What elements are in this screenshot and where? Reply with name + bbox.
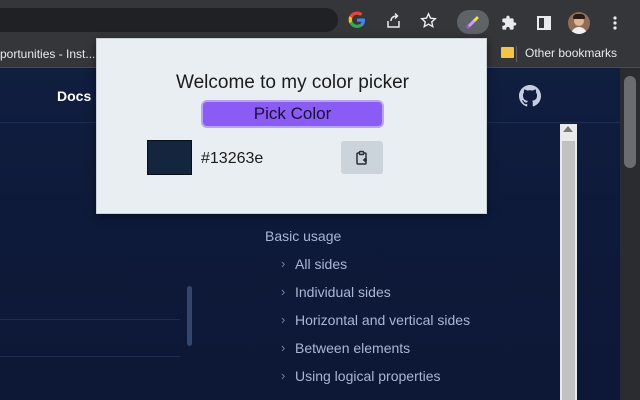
toc-item-label[interactable]: Horizontal and vertical sides <box>295 312 470 328</box>
popup-title: Welcome to my color picker <box>176 72 409 93</box>
google-icon[interactable] <box>345 8 369 32</box>
pick-color-button[interactable]: Pick Color <box>201 100 384 128</box>
bookmarks-divider <box>516 46 517 62</box>
other-bookmarks[interactable]: Other bookmarks <box>525 46 617 60</box>
sidebar-divider <box>0 356 180 357</box>
toc-item[interactable]: › Using logical properties <box>281 368 470 396</box>
github-icon[interactable] <box>519 85 541 107</box>
browser-toolbar <box>0 0 640 40</box>
toc-item[interactable]: › Individual sides <box>281 284 470 312</box>
toc-item[interactable]: › Between elements <box>281 340 470 368</box>
nav-link-docs[interactable]: Docs <box>57 88 91 104</box>
toc-scrollbar-thumb[interactable] <box>562 141 575 400</box>
toc-item-label[interactable]: All sides <box>295 256 347 272</box>
toc-list: › All sides › Individual sides › Horizontal… <box>281 256 470 396</box>
chevron-right-icon: › <box>281 284 286 299</box>
color-swatch <box>147 140 192 175</box>
side-panel-icon[interactable] <box>532 11 556 35</box>
color-picker-extension-icon[interactable] <box>461 10 485 34</box>
kebab-menu-icon[interactable] <box>603 11 627 35</box>
folder-icon[interactable] <box>501 47 514 58</box>
bookmark-item[interactable]: portunities - Inst... <box>0 47 95 61</box>
address-bar[interactable] <box>0 8 338 32</box>
chevron-right-icon: › <box>281 340 286 355</box>
color-picker-popup: Welcome to my color picker Pick Color #1… <box>96 38 487 214</box>
toc-item-label[interactable]: Individual sides <box>295 284 391 300</box>
copy-button[interactable] <box>341 141 383 174</box>
clipboard-icon <box>356 150 367 165</box>
scroll-up-arrow-icon[interactable] <box>563 126 573 132</box>
toc-item[interactable]: › All sides <box>281 256 470 284</box>
toc-item-label[interactable]: Using logical properties <box>295 368 441 384</box>
star-icon[interactable] <box>416 8 440 32</box>
page-scrollbar-thumb[interactable] <box>624 76 636 168</box>
sidebar-scrollbar[interactable] <box>187 286 192 346</box>
chevron-right-icon: › <box>281 312 286 327</box>
color-hex-value: #13263e <box>201 150 264 167</box>
sidebar-divider <box>0 319 180 320</box>
share-icon[interactable] <box>381 8 405 32</box>
toc-item-label[interactable]: Between elements <box>295 340 410 356</box>
profile-avatar[interactable] <box>568 12 590 34</box>
toc-heading[interactable]: Basic usage <box>265 228 341 244</box>
extensions-puzzle-icon[interactable] <box>497 11 521 35</box>
chevron-right-icon: › <box>281 368 286 383</box>
toc-item[interactable]: › Horizontal and vertical sides <box>281 312 470 340</box>
chevron-right-icon: › <box>281 256 286 271</box>
